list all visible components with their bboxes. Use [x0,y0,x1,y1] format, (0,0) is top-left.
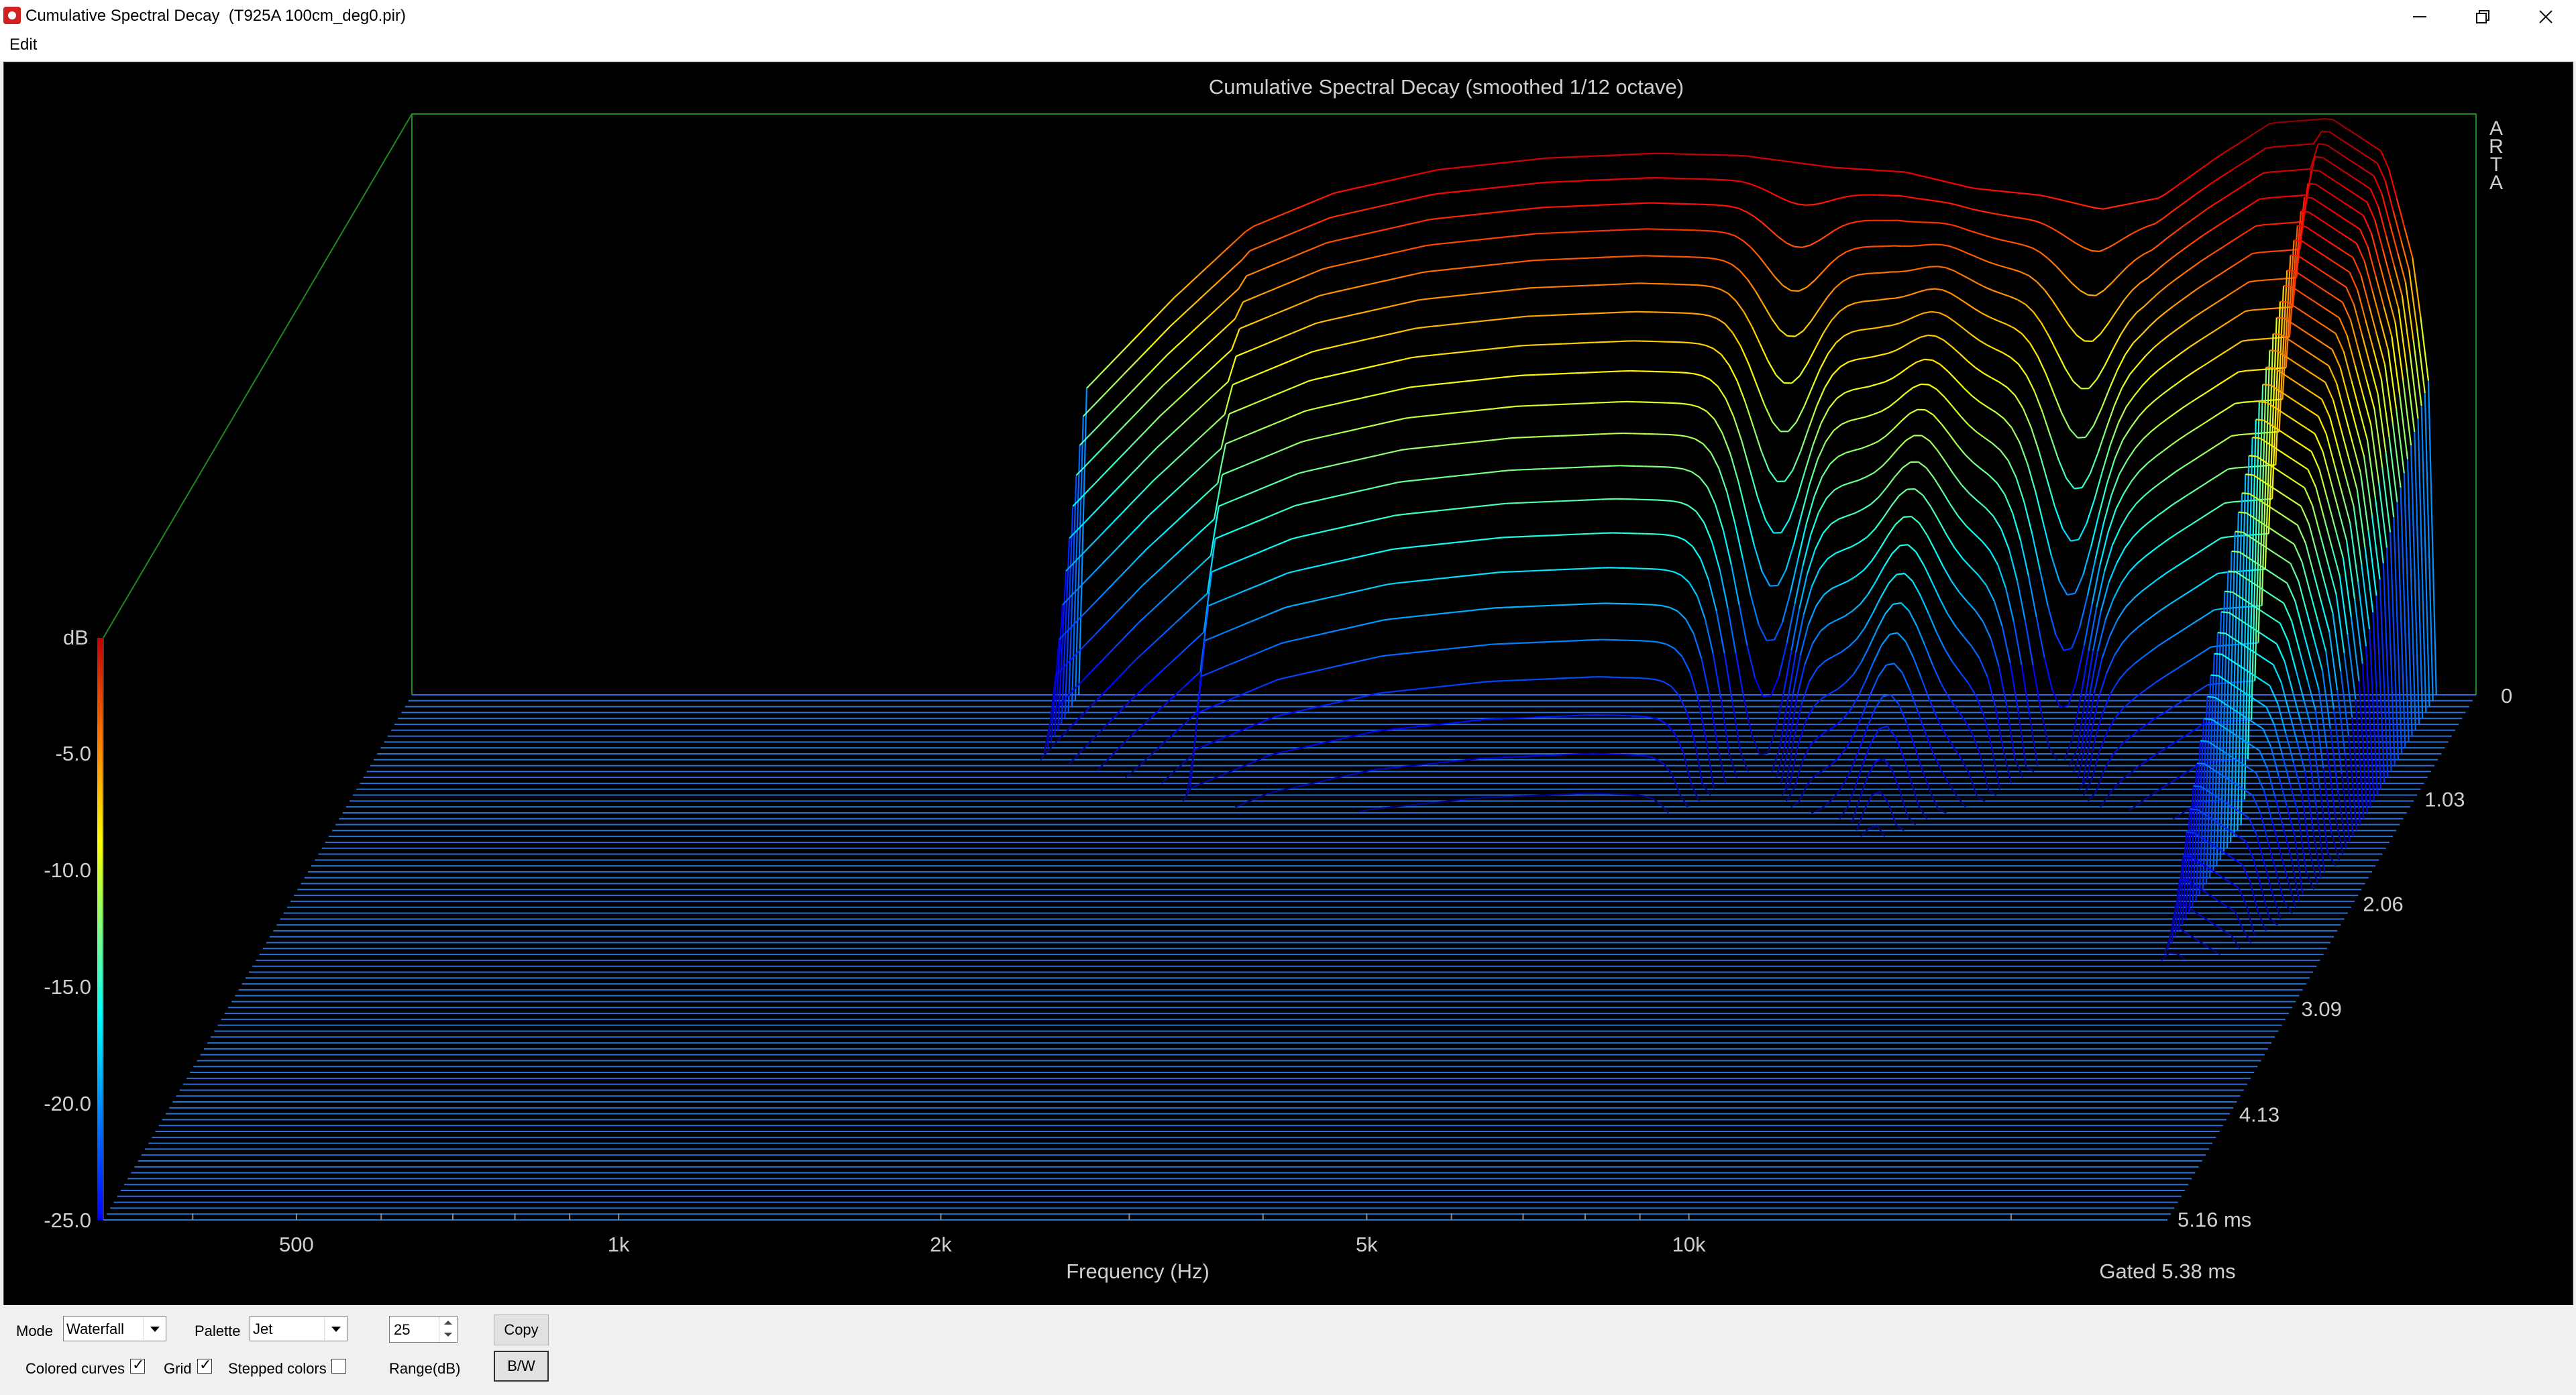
decay-floor [103,694,2476,1221]
stepped-colors-label: Stepped colors [228,1360,327,1377]
waterfall-chart: Cumulative Spectral Decay (smoothed 1/12… [44,75,2512,1283]
decay-slice [1851,455,2361,826]
z-tick-label: -5.0 [56,742,91,765]
frame-back-wall [411,113,2477,695]
chart-area: Cumulative Spectral Decay (smoothed 1/12… [3,62,2573,1306]
app-icon [3,7,21,24]
decay-slice [1061,182,2420,725]
x-tick-label: 1k [608,1233,630,1256]
mode-select[interactable]: Waterfall [63,1316,166,1341]
control-bar: Mode Waterfall Palette Jet 25 Range(dB) … [0,1305,2576,1395]
watermark-letter: A [2489,172,2503,194]
spin-arrows-icon[interactable] [439,1317,457,1342]
menu-edit[interactable]: Edit [9,36,37,54]
decay-slice [1860,492,2354,837]
decay-slices [1040,118,2437,961]
z-axis-ticks: -5.0 -10.0 -15.0 -20.0 -25.0 [44,742,91,1232]
decay-slice [1067,156,2427,713]
decay-slice [1053,210,2413,736]
stepped-colors-checkbox[interactable] [331,1359,346,1374]
minimize-icon [2413,15,2426,17]
x-tick-label: 2k [930,1233,952,1256]
decay-slice [1068,284,2396,767]
time-tick-label: 1.03 [2424,787,2465,811]
z-axis-label: dB [63,626,89,649]
z-tick-label: -10.0 [44,858,91,882]
decay-slice [1057,197,2416,730]
close-button[interactable] [2500,0,2576,33]
palette-label: Palette [195,1323,241,1339]
close-icon [2539,9,2553,23]
arta-watermark: ARTA [2489,117,2504,194]
decay-slice [1071,143,2430,707]
bw-button[interactable]: B/W [494,1351,549,1382]
title-bar: Cumulative Spectral Decay (T925A 100cm_d… [0,0,2576,33]
copy-button[interactable]: Copy [494,1315,549,1345]
x-tick-label: 500 [279,1233,314,1256]
x-axis-label: Frequency (Hz) [1066,1260,1210,1283]
time-tick-label: 3.09 [2302,997,2342,1021]
palette-select[interactable]: Jet [250,1316,347,1341]
z-tick-label: -15.0 [44,975,91,999]
time-tick-label: 5.16 ms [2178,1208,2251,1231]
window-title: Cumulative Spectral Decay (T925A 100cm_d… [25,7,406,25]
chevron-down-icon [143,1317,165,1340]
colored-curves-label: Colored curves [25,1360,125,1377]
chart-title: Cumulative Spectral Decay (smoothed 1/12… [1209,75,1684,99]
gated-label: Gated 5.38 ms [2099,1260,2235,1283]
restore-icon [2476,9,2489,23]
z-tick-label: -20.0 [44,1092,91,1115]
time-tick-label: 4.13 [2239,1103,2279,1127]
mode-label: Mode [16,1323,54,1339]
range-value: 25 [394,1321,411,1338]
grid-label: Grid [164,1360,192,1377]
menu-bar: Edit [0,33,2576,61]
plot-frame [103,113,2477,1220]
x-tick-label: 10k [1672,1233,1706,1256]
decay-slice [1046,239,2406,748]
decay-slice [1182,384,2375,802]
palette-value: Jet [253,1321,273,1337]
colored-curves-checkbox[interactable] [130,1357,145,1374]
time-tick-label: 2.06 [2363,893,2403,916]
chevron-down-icon [324,1317,346,1340]
z-top-label: 0 [2501,684,2512,708]
range-spinner[interactable]: 25 [389,1316,458,1343]
mode-value: Waterfall [66,1321,124,1337]
z-tick-label: -25.0 [44,1209,91,1232]
x-tick-label: 5k [1356,1233,1378,1256]
range-label: Range(dB) [389,1360,461,1377]
frame-left-edge [103,113,413,638]
decay-slice [1043,254,2403,755]
grid-checkbox[interactable] [197,1357,212,1374]
db-color-bar [97,638,103,1220]
decay-slice [2178,831,2267,932]
